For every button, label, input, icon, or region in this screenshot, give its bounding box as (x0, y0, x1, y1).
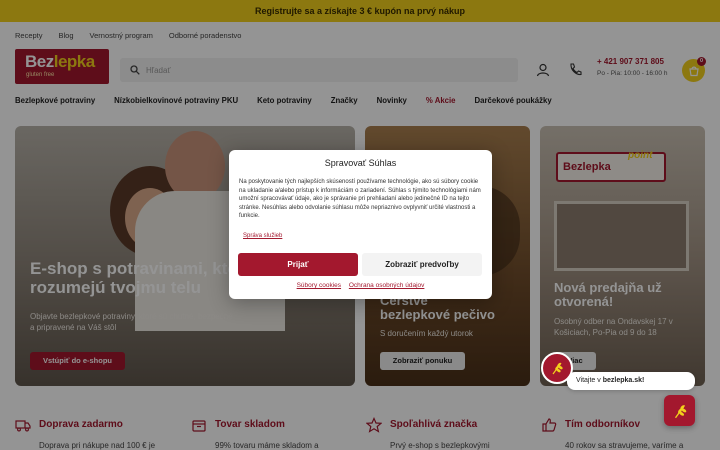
view-preferences-button[interactable]: Zobraziť predvoľby (362, 253, 482, 276)
wheat-icon (552, 362, 563, 375)
cookie-consent-dialog: Spravovať Súhlas Na poskytovanie tých na… (229, 150, 492, 299)
cookies-policy-link[interactable]: Súbory cookies (297, 282, 341, 289)
consent-footer-links: Súbory cookies Ochrana osobných údajov (229, 282, 492, 289)
consent-body: Na poskytovanie tých najlepších skúsenos… (239, 179, 481, 220)
wheat-icon (674, 404, 686, 418)
consent-title: Spravovať Súhlas (324, 158, 397, 168)
manage-services-link[interactable]: Správa služieb (243, 233, 282, 239)
chat-avatar[interactable] (541, 352, 573, 384)
accept-button[interactable]: Prijať (238, 253, 358, 276)
chat-greeting-bubble[interactable]: Vitajte v bezlepka.sk! (567, 372, 695, 390)
chat-open-button[interactable] (664, 395, 695, 426)
privacy-policy-link[interactable]: Ochrana osobných údajov (349, 282, 425, 289)
